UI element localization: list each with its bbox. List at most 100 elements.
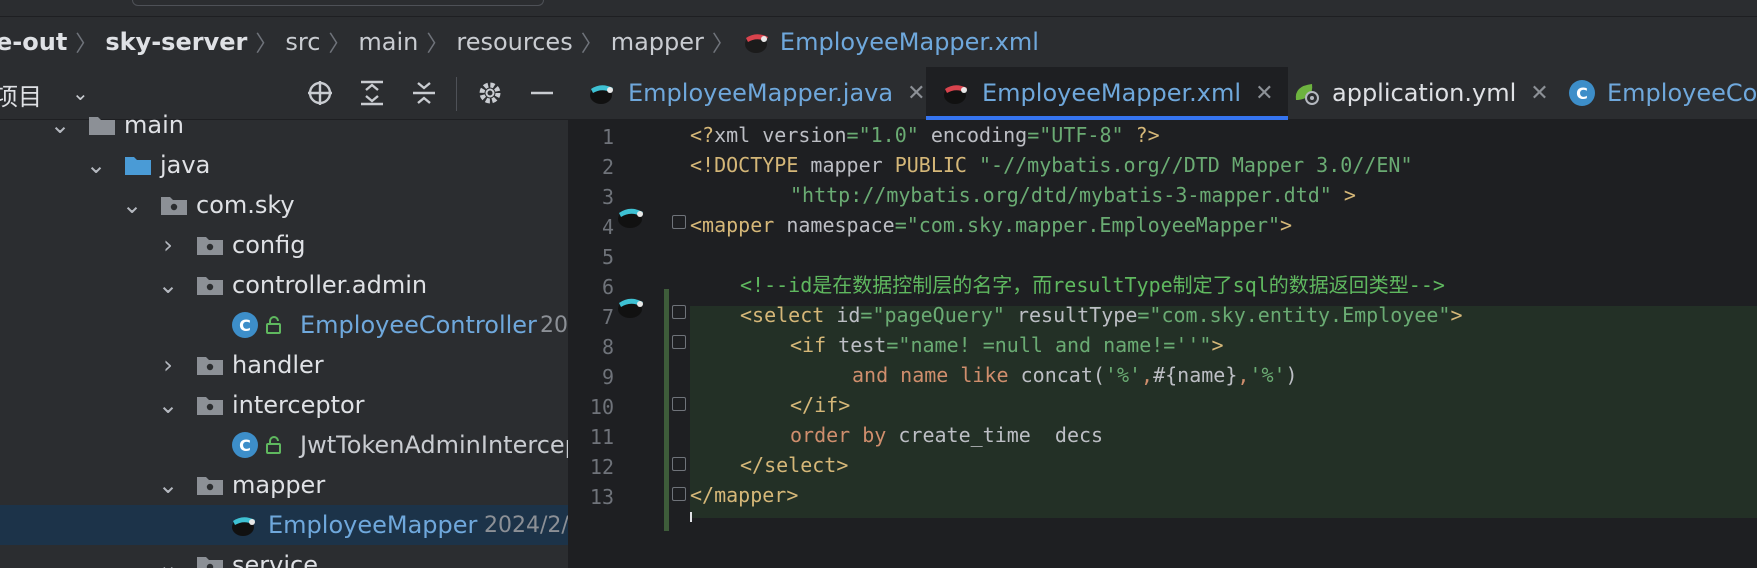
- fold-marker-icon[interactable]: [672, 305, 686, 319]
- tab-label: application.yml: [1332, 79, 1517, 107]
- class-icon: C: [1569, 80, 1595, 106]
- tab-employeecontroller[interactable]: C EmployeeCon: [1569, 67, 1757, 119]
- tree-row-class[interactable]: C EmployeeController 20: [0, 305, 568, 345]
- tree-row-package[interactable]: › handler: [0, 345, 568, 385]
- code-line-4: <mapper namespace="com.sky.mapper.Employ…: [690, 213, 1293, 237]
- breadcrumb-item-main[interactable]: main: [358, 28, 418, 56]
- code-line-8: <if test="name! =null and name!=''">: [790, 333, 1224, 357]
- close-icon[interactable]: ✕: [1530, 81, 1548, 106]
- fold-marker-icon[interactable]: [672, 487, 686, 501]
- mybatis-navigate-icon[interactable]: [612, 292, 652, 320]
- code-line-9: and name like concat('%',#{name},'%'): [852, 363, 1298, 387]
- toolbar-widget-edge: [132, 0, 544, 6]
- tab-label: EmployeeCon: [1607, 79, 1757, 107]
- code-line-11: order by create_time decs: [790, 423, 1104, 447]
- breadcrumb-separator: 〉: [580, 32, 603, 57]
- chevron-down-icon[interactable]: ⌄: [50, 111, 70, 139]
- code-line-2: <!DOCTYPE mapper PUBLIC "-//mybatis.org/…: [690, 153, 1413, 177]
- chevron-down-icon[interactable]: ⌄: [122, 191, 142, 219]
- tab-label: EmployeeMapper.xml: [982, 79, 1242, 107]
- chevron-right-icon[interactable]: ›: [158, 351, 178, 379]
- tree-label: handler: [232, 351, 324, 379]
- tree-row-package[interactable]: ⌄ controller.admin: [0, 265, 568, 305]
- line-number: 11: [589, 425, 614, 449]
- code-line-6: <!--id是在数据控制层的名字，而resultType制定了sql的数据返回类…: [740, 273, 1445, 297]
- line-number: 1: [601, 125, 614, 149]
- tree-row-package[interactable]: ⌄ mapper: [0, 465, 568, 505]
- code-editor[interactable]: 1 2 3 4 5 6 7 8 9 10 11 12 13 <?xml vers…: [568, 120, 1757, 568]
- tree-row-package[interactable]: ⌄ com.sky: [0, 185, 568, 225]
- tree-row-package[interactable]: ⌄ service: [0, 545, 568, 568]
- breadcrumb-item-module[interactable]: sky-server: [105, 28, 247, 56]
- top-strip: [0, 0, 1757, 17]
- package-icon: [197, 237, 223, 255]
- line-number: 6: [601, 275, 614, 299]
- line-number: 7: [601, 305, 614, 329]
- line-number: 8: [601, 335, 614, 359]
- line-number: 13: [589, 485, 614, 509]
- chevron-down-icon[interactable]: ⌄: [158, 271, 178, 299]
- line-number: 12: [589, 455, 614, 479]
- tree-label: service: [232, 551, 318, 568]
- line-number: 10: [589, 395, 614, 419]
- close-icon[interactable]: ✕: [1255, 81, 1273, 106]
- breadcrumb-separator: 〉: [328, 32, 351, 57]
- mybatis-java-icon: [590, 85, 613, 104]
- tree-label: mapper: [232, 471, 326, 499]
- tree-row-class[interactable]: C JwtTokenAdminIntercep: [0, 425, 568, 465]
- line-number: 2: [601, 155, 614, 179]
- chevron-down-icon[interactable]: ⌄: [86, 151, 106, 179]
- breadcrumb-item-resources[interactable]: resources: [456, 28, 572, 56]
- chevron-down-icon[interactable]: ⌄: [72, 81, 89, 105]
- tree-label: main: [124, 111, 184, 139]
- breadcrumb: e-out 〉 sky-server 〉 src 〉 main 〉 resour…: [0, 17, 1757, 67]
- spring-config-icon: [1295, 84, 1319, 105]
- tab-employeemapper-xml[interactable]: EmployeeMapper.xml ✕: [926, 67, 1288, 120]
- vcs-change-marker[interactable]: [664, 289, 669, 531]
- unlock-icon: [266, 316, 281, 334]
- fold-marker-icon[interactable]: [672, 335, 686, 349]
- tree-row-main[interactable]: ⌄ main: [0, 105, 568, 145]
- breadcrumb-item-src[interactable]: src: [285, 28, 320, 56]
- breadcrumb-item-mapper[interactable]: mapper: [611, 28, 704, 56]
- chevron-down-icon[interactable]: ⌄: [158, 551, 178, 568]
- package-icon: [197, 557, 223, 568]
- close-icon[interactable]: ✕: [907, 81, 925, 106]
- breadcrumb-item-file[interactable]: EmployeeMapper.xml: [780, 28, 1039, 56]
- line-gutter: 1 2 3 4 5 6 7 8 9 10 11 12 13: [568, 120, 658, 568]
- editor-tabs: EmployeeMapper.java ✕ EmployeeMapper.xml…: [568, 67, 1757, 120]
- editor-pane: EmployeeMapper.java ✕ EmployeeMapper.xml…: [568, 67, 1757, 568]
- chevron-down-icon[interactable]: ⌄: [158, 471, 178, 499]
- fold-marker-icon[interactable]: [672, 457, 686, 471]
- tree-row-mapper-selected[interactable]: EmployeeMapper 2024/2/: [0, 505, 568, 545]
- breadcrumb-item-project[interactable]: e-out: [0, 28, 67, 56]
- tree-label: controller.admin: [232, 271, 428, 299]
- class-icon: C: [232, 312, 258, 338]
- tree-row-package[interactable]: › config: [0, 225, 568, 265]
- tree-label: com.sky: [196, 191, 295, 219]
- chevron-down-icon[interactable]: ⌄: [158, 391, 178, 419]
- package-icon: [197, 397, 223, 415]
- tree-label: java: [160, 151, 211, 179]
- modified-date: 20: [540, 312, 568, 338]
- tree-row-java[interactable]: ⌄ java: [0, 145, 568, 185]
- code-line-3: "http://mybatis.org/dtd/mybatis-3-mapper…: [790, 183, 1356, 207]
- line-number: 9: [601, 365, 614, 389]
- package-icon: [197, 477, 223, 495]
- mybatis-navigate-icon[interactable]: [612, 202, 652, 230]
- tree-row-package[interactable]: ⌄ interceptor: [0, 385, 568, 425]
- breadcrumb-separator: 〉: [426, 32, 449, 57]
- fold-marker-icon[interactable]: [672, 397, 686, 411]
- tree-label: config: [232, 231, 306, 259]
- chevron-right-icon[interactable]: ›: [158, 231, 178, 259]
- folder-icon: [89, 117, 115, 135]
- mybatis-xml-icon: [944, 85, 967, 104]
- fold-marker-icon[interactable]: [672, 215, 686, 229]
- tree-label: EmployeeController: [300, 311, 537, 339]
- package-icon: [197, 357, 223, 375]
- tab-employeemapper-java[interactable]: EmployeeMapper.java ✕: [586, 67, 926, 119]
- tree-label: interceptor: [232, 391, 365, 419]
- tab-application-yml[interactable]: application.yml ✕: [1290, 67, 1549, 119]
- code-line-7: <select id="pageQuery" resultType="com.s…: [740, 303, 1463, 327]
- line-number: 4: [601, 215, 614, 239]
